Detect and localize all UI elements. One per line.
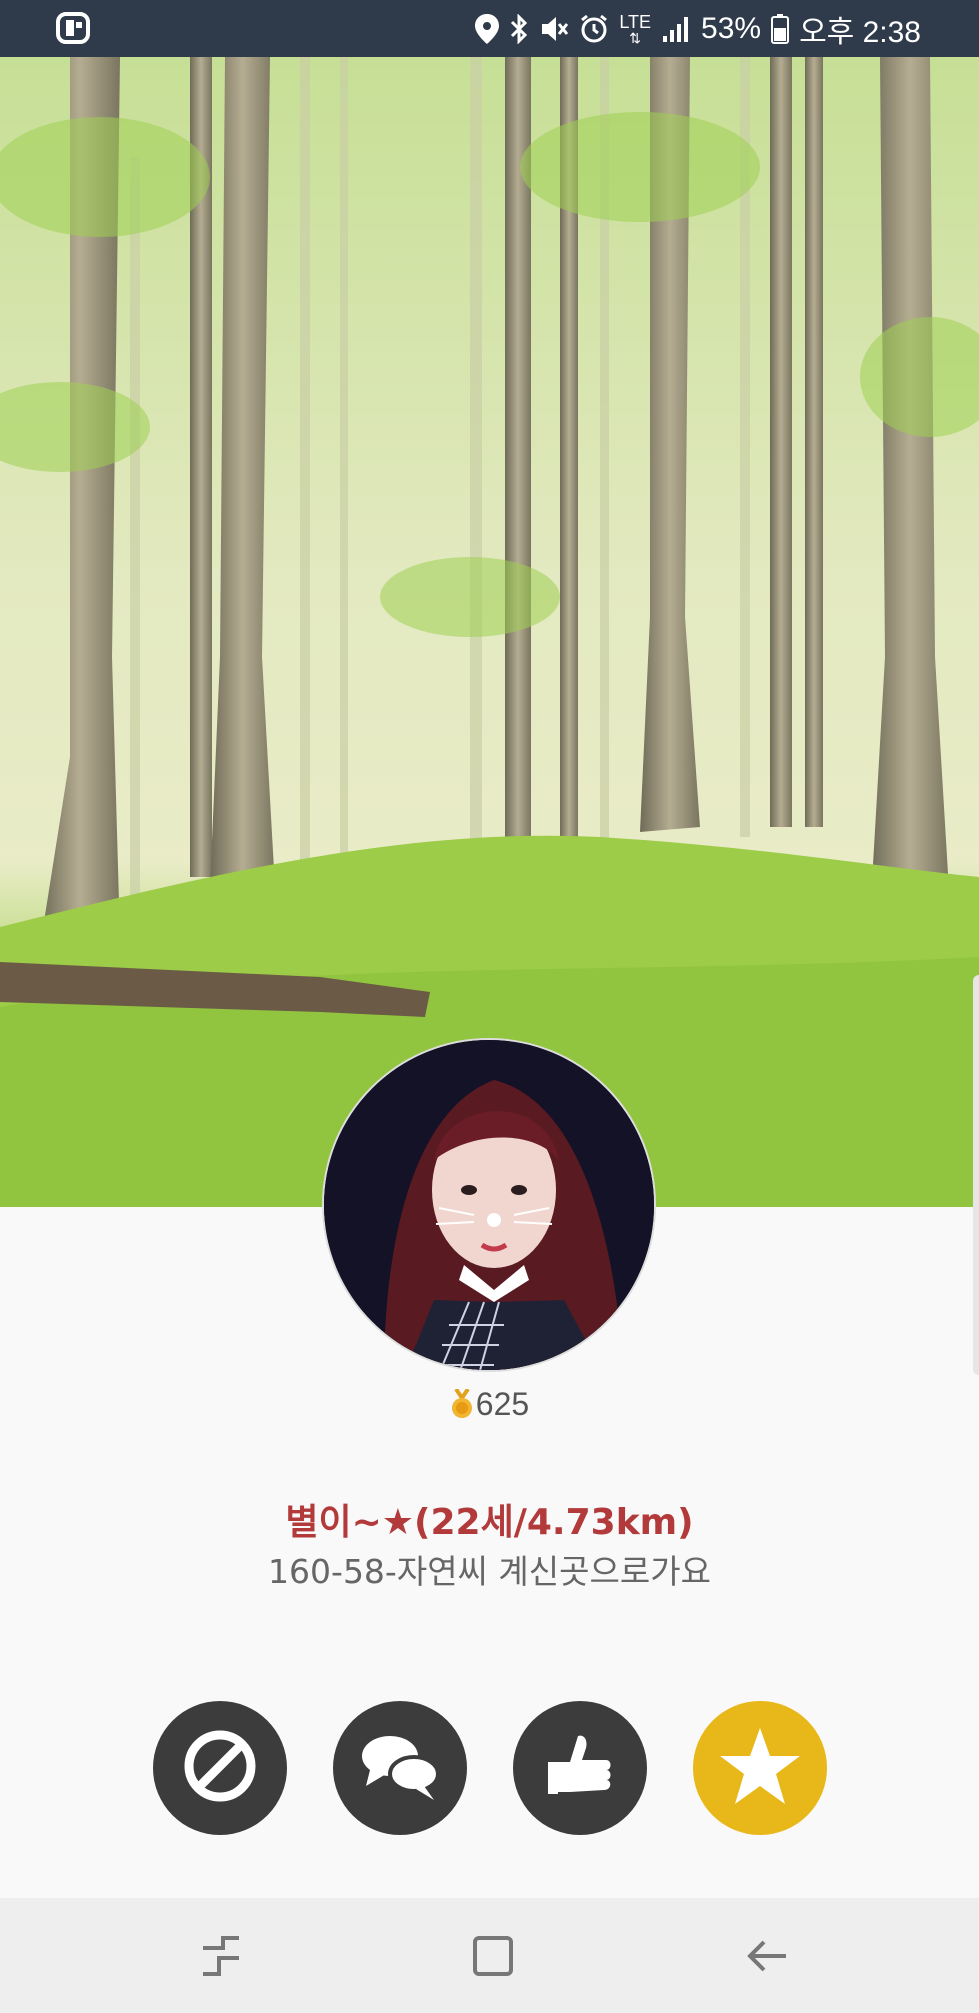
lte-icon: LTE ⇅ — [619, 11, 652, 46]
points-row: 625 — [0, 1386, 979, 1427]
back-icon — [740, 1928, 796, 1984]
recent-apps-icon — [193, 1928, 249, 1984]
edge-panel-handle[interactable] — [973, 975, 979, 1375]
signal-icon — [661, 14, 691, 44]
location-icon — [475, 13, 500, 44]
chat-button[interactable] — [333, 1701, 467, 1835]
battery-icon — [771, 13, 790, 44]
back-button[interactable] — [740, 1928, 796, 1984]
battery-percent: 53% — [701, 11, 762, 45]
like-button[interactable] — [513, 1701, 647, 1835]
star-icon — [718, 1724, 802, 1812]
lte-label: LTE — [619, 11, 652, 32]
block-icon — [180, 1726, 260, 1810]
alarm-icon — [579, 14, 609, 44]
recent-apps-button[interactable] — [193, 1928, 249, 1984]
action-bar — [153, 1701, 827, 1835]
home-button[interactable] — [465, 1928, 521, 1984]
home-icon — [465, 1928, 521, 1984]
clock: 오후 2:38 — [799, 15, 921, 49]
profile-name: 별이~★(22세/4.73km) — [285, 1502, 694, 1543]
block-button[interactable] — [153, 1701, 287, 1835]
profile-status-message: 160-58-자연씨 계신곳으로가요 — [268, 1552, 711, 1591]
status-bar: LTE ⇅ 53% 오후 2:38 — [0, 0, 979, 57]
thumbs-up-icon — [540, 1726, 620, 1810]
bluetooth-icon — [509, 13, 529, 44]
cover-photo[interactable] — [0, 57, 979, 1207]
system-nav-bar — [0, 1898, 979, 2013]
mute-icon — [539, 14, 569, 44]
avatar[interactable] — [322, 1038, 656, 1372]
app-icon — [56, 10, 92, 50]
favorite-button[interactable] — [693, 1701, 827, 1835]
points-value: 625 — [475, 1386, 530, 1422]
medal-icon — [450, 1387, 474, 1427]
chat-bubbles-icon — [358, 1726, 442, 1810]
